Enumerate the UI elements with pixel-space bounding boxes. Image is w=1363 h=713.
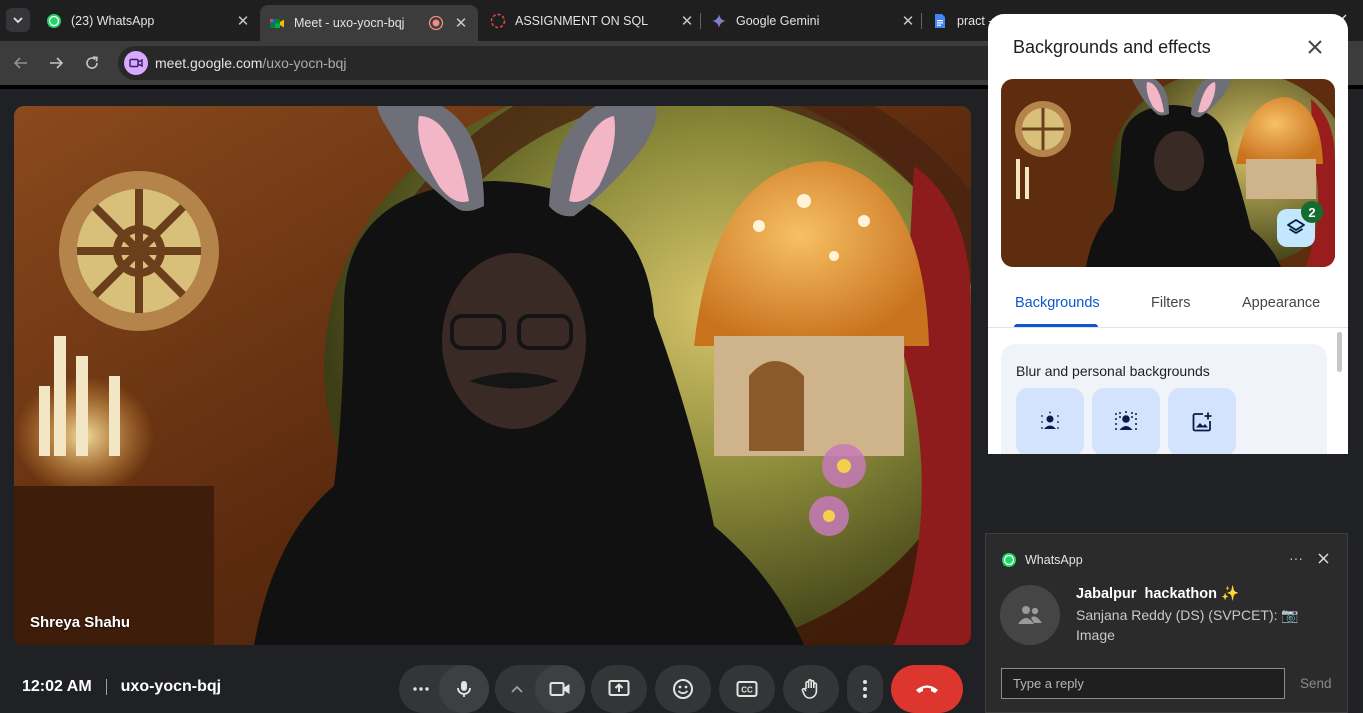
tab-backgrounds[interactable]: Backgrounds — [1015, 295, 1100, 311]
hang-up-phone-icon — [916, 685, 938, 693]
back-button[interactable] — [8, 50, 34, 76]
arrow-left-icon — [13, 57, 27, 69]
clock-time: 12:02 AM — [22, 678, 92, 695]
meeting-code[interactable]: uxo-yocn-bqj — [121, 678, 221, 696]
arrow-right-icon — [50, 57, 64, 69]
group-people-icon — [1018, 606, 1042, 624]
reply-input[interactable] — [1001, 668, 1285, 699]
reload-button[interactable] — [79, 50, 105, 76]
tab-appearance[interactable]: Appearance — [1242, 295, 1320, 311]
tab-gemini[interactable]: Google Gemini ✕ — [711, 6, 917, 35]
participant-video-tile[interactable]: Shreya Shahu — [14, 106, 971, 645]
blur-background-button[interactable] — [1092, 388, 1160, 454]
tab-title: (23) WhatsApp — [71, 13, 155, 28]
chevron-up-icon — [511, 685, 523, 693]
close-panel-button[interactable] — [1302, 34, 1328, 60]
leave-call-button[interactable] — [891, 665, 963, 713]
video-camera-icon — [129, 58, 143, 68]
panel-scrollbar[interactable] — [1337, 332, 1342, 372]
microphone-icon — [457, 681, 471, 697]
upload-background-button[interactable] — [1168, 388, 1236, 454]
tab-filters[interactable]: Filters — [1151, 295, 1190, 311]
tab-meet[interactable]: Meet - uxo-yocn-bqj ✕ — [260, 5, 478, 41]
video-control-group — [495, 665, 585, 713]
close-tab-icon[interactable]: ✕ — [452, 14, 470, 32]
applied-effects-button[interactable]: 2 — [1277, 201, 1323, 247]
gemini-icon — [712, 13, 726, 28]
reload-icon — [86, 56, 98, 69]
close-icon — [1308, 40, 1322, 54]
whatsapp-icon — [1002, 553, 1016, 567]
present-screen-icon — [608, 680, 630, 696]
url-domain: meet.google.com — [155, 55, 263, 71]
blur-icon — [1115, 411, 1137, 430]
meeting-info: 12:02 AM uxo-yocn-bqj — [22, 678, 221, 696]
reactions-button[interactable] — [655, 665, 711, 713]
raise-hand-button[interactable] — [783, 665, 839, 713]
slight-blur-icon — [1041, 411, 1059, 429]
layers-icon — [1287, 219, 1305, 234]
google-meet-icon — [270, 19, 284, 28]
more-horizontal-icon — [413, 687, 429, 691]
loading-spinner-icon — [490, 13, 506, 28]
backgrounds-effects-panel: Backgrounds and effects 2 Backgrounds Fi… — [988, 14, 1348, 454]
audio-control-group — [399, 665, 489, 713]
whatsapp-icon — [47, 13, 61, 28]
captions-button[interactable]: CC — [719, 665, 775, 713]
more-vertical-button[interactable] — [847, 665, 883, 713]
group-avatar — [1000, 585, 1060, 645]
add-image-icon — [1192, 412, 1212, 432]
notification-more-button[interactable]: ··· — [1289, 550, 1303, 566]
tab-whatsapp[interactable]: (23) WhatsApp ✕ — [46, 6, 252, 35]
close-tab-icon[interactable]: ✕ — [899, 12, 917, 30]
recording-indicator-icon — [428, 15, 444, 31]
notification-close-button[interactable] — [1318, 551, 1329, 569]
google-docs-icon — [935, 13, 945, 28]
notification-message: Sanjana Reddy (DS) (SVPCET): 📷 Image — [1076, 607, 1299, 643]
raise-hand-icon — [801, 678, 818, 699]
camera-options-button[interactable] — [495, 685, 539, 693]
more-vertical-icon — [863, 680, 867, 698]
site-info-icon[interactable] — [124, 51, 148, 75]
panel-title: Backgrounds and effects — [1013, 37, 1211, 57]
tab-title: Meet - uxo-yocn-bqj — [294, 16, 405, 30]
present-screen-button[interactable] — [591, 665, 647, 713]
participant-name-label: Shreya Shahu — [30, 614, 131, 631]
emoji-smile-icon — [673, 679, 693, 699]
url-text[interactable]: meet.google.com/uxo-yocn-bqj — [155, 55, 346, 71]
notification-group-name: Jabalpur hackathon ✨ — [1076, 586, 1240, 602]
participant-video-image — [14, 106, 971, 645]
chevron-down-icon — [13, 17, 23, 24]
close-tab-icon[interactable]: ✕ — [678, 12, 696, 30]
tab-assignment-sql[interactable]: ASSIGNMENT ON SQL ✕ — [490, 6, 696, 35]
close-icon — [1318, 553, 1329, 564]
camera-button[interactable] — [535, 665, 585, 713]
tab-title: Google Gemini — [736, 13, 820, 28]
notification-app-name: WhatsApp — [1025, 553, 1083, 567]
section-title: Blur and personal backgrounds — [1016, 363, 1210, 379]
blur-backgrounds-section: Blur and personal backgrounds — [1001, 344, 1327, 454]
self-view-preview: 2 — [1001, 79, 1335, 267]
tab-search-dropdown-button[interactable] — [6, 8, 30, 32]
svg-text:CC: CC — [741, 686, 753, 695]
tab-title: ASSIGNMENT ON SQL — [515, 13, 649, 28]
forward-button[interactable] — [43, 50, 69, 76]
video-camera-icon — [549, 682, 570, 696]
slight-blur-button[interactable] — [1016, 388, 1084, 454]
microphone-button[interactable] — [439, 665, 489, 713]
send-reply-button[interactable]: Send — [1300, 676, 1332, 691]
effects-count-badge: 2 — [1301, 201, 1323, 223]
closed-captions-icon: CC — [736, 681, 758, 697]
whatsapp-notification[interactable]: WhatsApp ··· Jabalpur hackathon ✨ Sanjan… — [985, 533, 1348, 713]
more-options-button[interactable] — [399, 686, 443, 692]
url-path: /uxo-yocn-bqj — [262, 55, 347, 71]
close-tab-icon[interactable]: ✕ — [234, 12, 252, 30]
